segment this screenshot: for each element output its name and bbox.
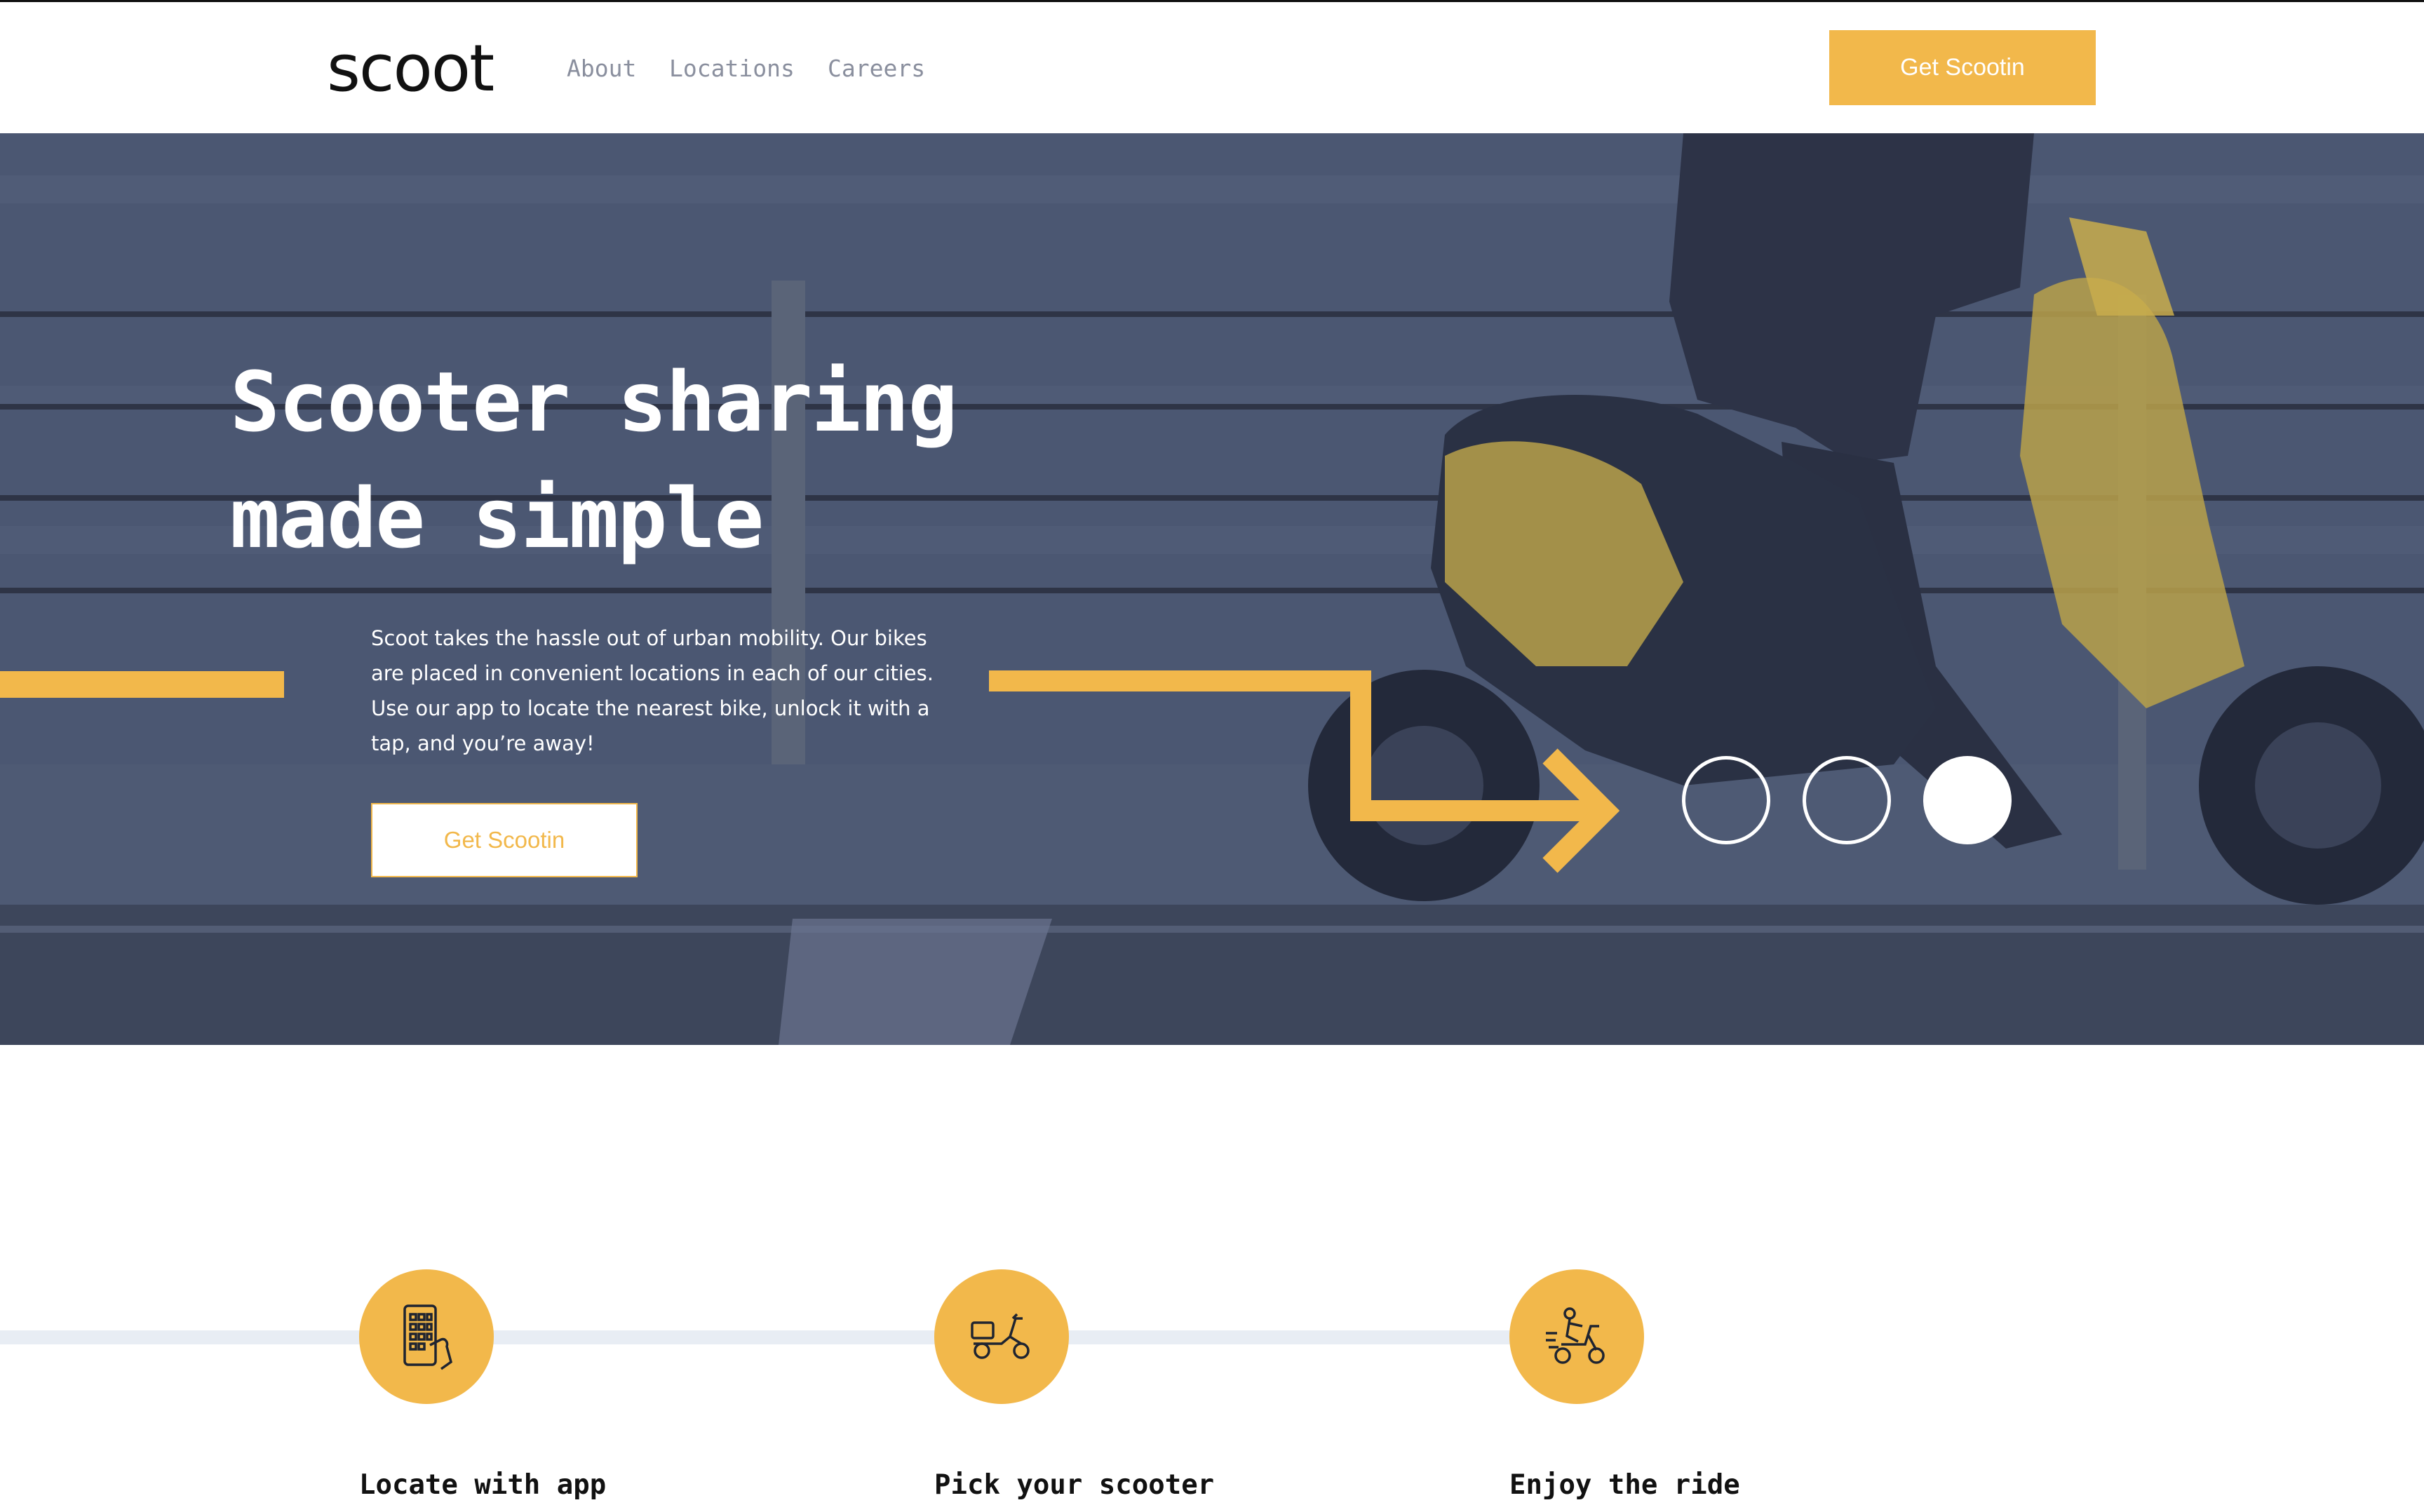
rider-icon <box>1509 1269 1644 1404</box>
site-header: scoot About Locations Careers Get Scooti… <box>0 2 2424 133</box>
hero-get-scootin-button[interactable]: Get Scootin <box>371 803 638 877</box>
hero-section: Scooter sharing made simple Scoot takes … <box>0 133 2424 1045</box>
hero-description: Scoot takes the hassle out of urban mobi… <box>371 626 934 755</box>
hero-title-line-2: made simple <box>230 470 764 567</box>
steps-connector-line <box>0 1330 1543 1344</box>
hero-background-image <box>0 133 2424 1045</box>
carousel-dot-2[interactable] <box>1803 756 1891 844</box>
nav-link-locations[interactable]: Locations <box>669 51 795 86</box>
hero-title-line-1: Scooter sharing <box>230 353 958 450</box>
step-title-locate: Locate with app <box>359 1469 607 1501</box>
hero-title: Scooter sharing made simple <box>230 344 1072 576</box>
carousel-dot-3-active[interactable] <box>1923 756 2012 844</box>
phone-app-icon <box>359 1269 494 1404</box>
header-get-scootin-button[interactable]: Get Scootin <box>1829 30 2096 105</box>
nav-link-about[interactable]: About <box>567 51 636 86</box>
nav-link-careers[interactable]: Careers <box>828 51 925 86</box>
scooter-icon <box>934 1269 1069 1404</box>
logo[interactable]: scoot <box>327 23 494 114</box>
step-title-pick: Pick your scooter <box>934 1469 1215 1501</box>
carousel-dot-1[interactable] <box>1682 756 1770 844</box>
step-title-enjoy: Enjoy the ride <box>1509 1469 1740 1501</box>
